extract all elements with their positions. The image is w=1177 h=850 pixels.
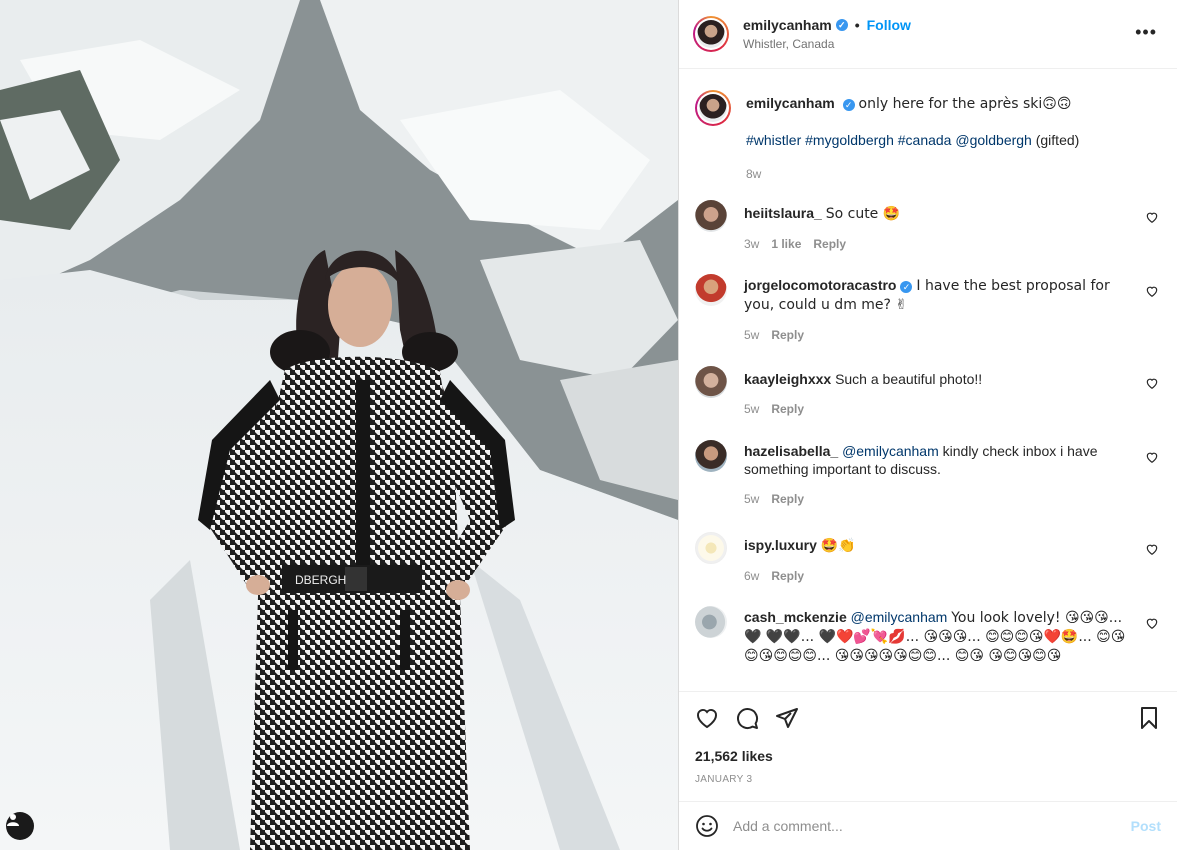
caption-avatar[interactable] [695,90,731,126]
verified-icon: ✓ [842,99,855,111]
save-icon[interactable] [1137,706,1161,730]
comment-item: hazelisabella_ @emilycanham kindly check… [695,440,1163,508]
reply-button[interactable]: Reply [771,569,804,583]
comment-item: ispy.luxury 🤩👏 6w Reply [695,532,1163,585]
share-icon[interactable] [775,706,799,730]
comment-icon[interactable] [735,706,759,730]
commenter-avatar[interactable] [695,200,727,232]
post-side-panel: emilycanham ✓ • Follow Whistler, Canada … [678,0,1177,850]
commenter-avatar[interactable] [695,606,727,638]
comment-time[interactable]: 6w [744,569,759,583]
separator-dot: • [854,17,860,33]
comment-text: 🤩👏 [820,538,856,554]
comment-time[interactable]: 5w [744,492,759,506]
like-comment-icon[interactable] [1145,450,1159,464]
like-icon[interactable] [695,706,719,730]
post-location[interactable]: Whistler, Canada [743,37,911,51]
reply-button[interactable]: Reply [771,328,804,342]
like-comment-icon[interactable] [1145,616,1159,630]
reply-button[interactable]: Reply [813,237,846,251]
comment-item: cash_mckenzie @emilycanham You look love… [695,606,1163,665]
comment-username[interactable]: ispy.luxury [744,537,817,553]
likes-count[interactable]: 21,562 likes [695,748,773,764]
comment-item: heiitslaura_ So cute 🤩 3w 1 like Reply [695,200,1163,253]
comment-input[interactable]: Add a comment... [733,818,1131,834]
author-avatar[interactable] [693,16,729,52]
commenter-avatar[interactable] [695,440,727,472]
like-comment-icon[interactable] [1145,210,1159,224]
comment-time[interactable]: 5w [744,328,759,342]
comment-time[interactable]: 5w [744,402,759,416]
caption-username[interactable]: emilycanham [746,95,835,111]
like-comment-icon[interactable] [1145,542,1159,556]
reply-button[interactable]: Reply [771,402,804,416]
comment-item: kaayleighxxx Such a beautiful photo!! 5w… [695,366,1163,418]
post-comment-button[interactable]: Post [1131,818,1161,834]
commenter-avatar[interactable] [695,532,727,564]
reply-button[interactable]: Reply [771,492,804,506]
caption-text: only here for the après ski🙃🙃 [858,96,1072,112]
post-viewer: DBERGH emilycanham ✓ • Follow Whistler, [0,0,1177,850]
add-comment-bar: Add a comment... Post [679,801,1177,850]
commenter-avatar[interactable] [695,366,727,398]
commenter-avatar[interactable] [695,274,727,306]
comment-likes[interactable]: 1 like [771,237,801,251]
svg-text:DBERGH: DBERGH [295,573,346,587]
comment-mention[interactable]: @emilycanham [851,609,948,625]
comment-item: jorgelocomotoracastro ✓ I have the best p… [695,274,1163,344]
comment-username[interactable]: heiitslaura_ [744,205,822,221]
like-comment-icon[interactable] [1145,284,1159,298]
post-date[interactable]: JANUARY 3 [695,774,752,785]
post-header: emilycanham ✓ • Follow Whistler, Canada … [679,0,1177,69]
verified-icon: ✓ [835,19,848,31]
comment-username[interactable]: cash_mckenzie [744,609,847,625]
follow-button[interactable]: Follow [867,17,911,33]
comment-username[interactable]: hazelisabella_ [744,443,838,459]
post-actions: 21,562 likes JANUARY 3 [679,691,1177,802]
comment-mention[interactable]: @emilycanham [842,443,939,459]
caption-hashtags[interactable]: #whistler #mygoldbergh #canada @goldberg… [746,132,1032,148]
post-photo[interactable]: DBERGH [0,0,678,850]
verified-icon: ✓ [900,281,913,293]
post-caption: emilycanham ✓ only here for the après sk… [695,90,1163,183]
comment-time[interactable]: 3w [744,237,759,251]
caption-time[interactable]: 8w [746,167,761,181]
author-username[interactable]: emilycanham [743,17,832,33]
post-image: DBERGH [0,0,678,850]
comment-text: Such a beautiful photo!! [835,371,983,387]
more-options-icon[interactable]: ••• [1135,22,1157,43]
like-comment-icon[interactable] [1145,376,1159,390]
comment-text: So cute 🤩 [825,206,901,222]
emoji-icon[interactable] [695,814,719,838]
comment-username[interactable]: kaayleighxxx [744,371,831,387]
comments-list: emilycanham ✓ only here for the après sk… [679,70,1177,690]
caption-gifted: (gifted) [1035,132,1080,148]
comment-username[interactable]: jorgelocomotoracastro [744,277,896,293]
tagged-user-icon[interactable] [6,812,34,840]
